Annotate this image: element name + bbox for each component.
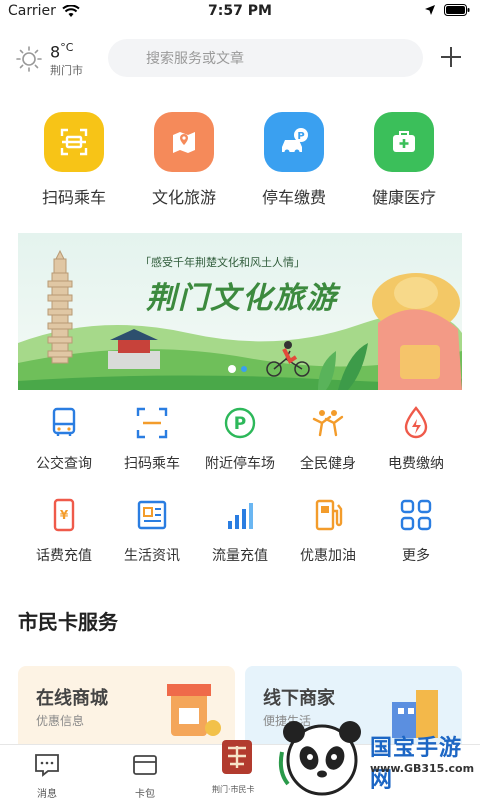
temperature: 8°C	[50, 41, 74, 62]
more-grid-icon	[400, 499, 432, 531]
grid-item-data-recharge[interactable]: 流量充值	[192, 497, 288, 565]
card-wallet-icon	[133, 755, 157, 775]
phone-bill-icon: ¥	[53, 498, 75, 532]
grid-item-fuel[interactable]: 优惠加油	[280, 497, 376, 565]
grid-item-phone-bill[interactable]: ¥ 话费充值	[16, 497, 112, 565]
message-icon	[35, 754, 59, 777]
top-bar: 8°C 荆门市 搜索服务或文章	[0, 36, 480, 80]
grid-item-bus[interactable]: 公交查询	[16, 405, 112, 473]
scan-icon	[44, 112, 104, 172]
quick-actions: 扫码乘车 文化旅游 P 停车缴费 健康医疗	[0, 112, 480, 208]
quick-item-health[interactable]: 健康医疗	[354, 112, 454, 208]
tourism-banner[interactable]: 「感受千年荆楚文化和风土人情」 荆门文化旅游	[18, 233, 462, 390]
quick-item-tourism[interactable]: 文化旅游	[134, 112, 234, 208]
grid-item-scan[interactable]: 扫码乘车	[104, 405, 200, 473]
tab-messages[interactable]: 消息	[12, 753, 82, 800]
parking-icon: P	[224, 407, 256, 439]
svg-text:P: P	[234, 414, 246, 434]
panda-logo-icon	[278, 721, 361, 796]
citizen-card-label: 荆门·市民卡	[212, 785, 255, 794]
city-label: 荆门市	[50, 64, 83, 78]
grid-item-more[interactable]: 更多	[368, 497, 464, 565]
grid-item-nearby-parking[interactable]: P 附近停车场	[192, 405, 288, 473]
site-watermark: 国宝手游网 www.GB315.com	[274, 712, 480, 800]
grid-item-electricity[interactable]: 电费缴纳	[368, 405, 464, 473]
fitness-icon	[312, 410, 344, 437]
scan-icon	[136, 407, 168, 439]
map-icon	[154, 112, 214, 172]
search-input[interactable]: 搜索服务或文章	[108, 39, 423, 77]
news-icon	[137, 500, 167, 530]
watermark-url: www.GB315.com	[370, 762, 475, 775]
card-online-mall[interactable]: 在线商城 优惠信息	[18, 666, 235, 756]
status-bar: Carrier 7:57 PM	[0, 0, 480, 24]
quick-item-scan[interactable]: 扫码乘车	[24, 112, 124, 208]
medical-kit-icon	[374, 112, 434, 172]
banner-tagline: 「感受千年荆楚文化和风土人情」	[140, 256, 305, 269]
svg-text:P: P	[297, 131, 304, 142]
location-arrow-icon	[425, 5, 435, 15]
status-time: 7:57 PM	[208, 3, 272, 19]
bus-icon	[52, 407, 76, 436]
battery-icon	[444, 4, 470, 16]
search-placeholder: 搜索服务或文章	[146, 51, 244, 67]
quick-item-parking[interactable]: P 停车缴费	[244, 112, 344, 208]
tab-card-wallet[interactable]: 卡包	[110, 753, 180, 800]
svg-text:¥: ¥	[60, 508, 69, 522]
fuel-icon	[315, 499, 343, 531]
weather-widget[interactable]: 8°C 荆门市	[16, 40, 83, 78]
grid-item-news[interactable]: 生活资讯	[104, 497, 200, 565]
section-title: 市民卡服务	[18, 610, 118, 634]
car-parking-icon: P	[264, 112, 324, 172]
citizen-card-logo[interactable]	[212, 738, 262, 788]
grid-item-fitness[interactable]: 全民健身	[280, 405, 376, 473]
add-icon[interactable]	[438, 44, 464, 70]
data-signal-icon	[228, 503, 253, 529]
shop-illustration	[167, 684, 221, 736]
banner-title: 荆门文化旅游	[146, 281, 338, 316]
electricity-icon	[404, 406, 428, 439]
sun-icon	[16, 46, 42, 72]
